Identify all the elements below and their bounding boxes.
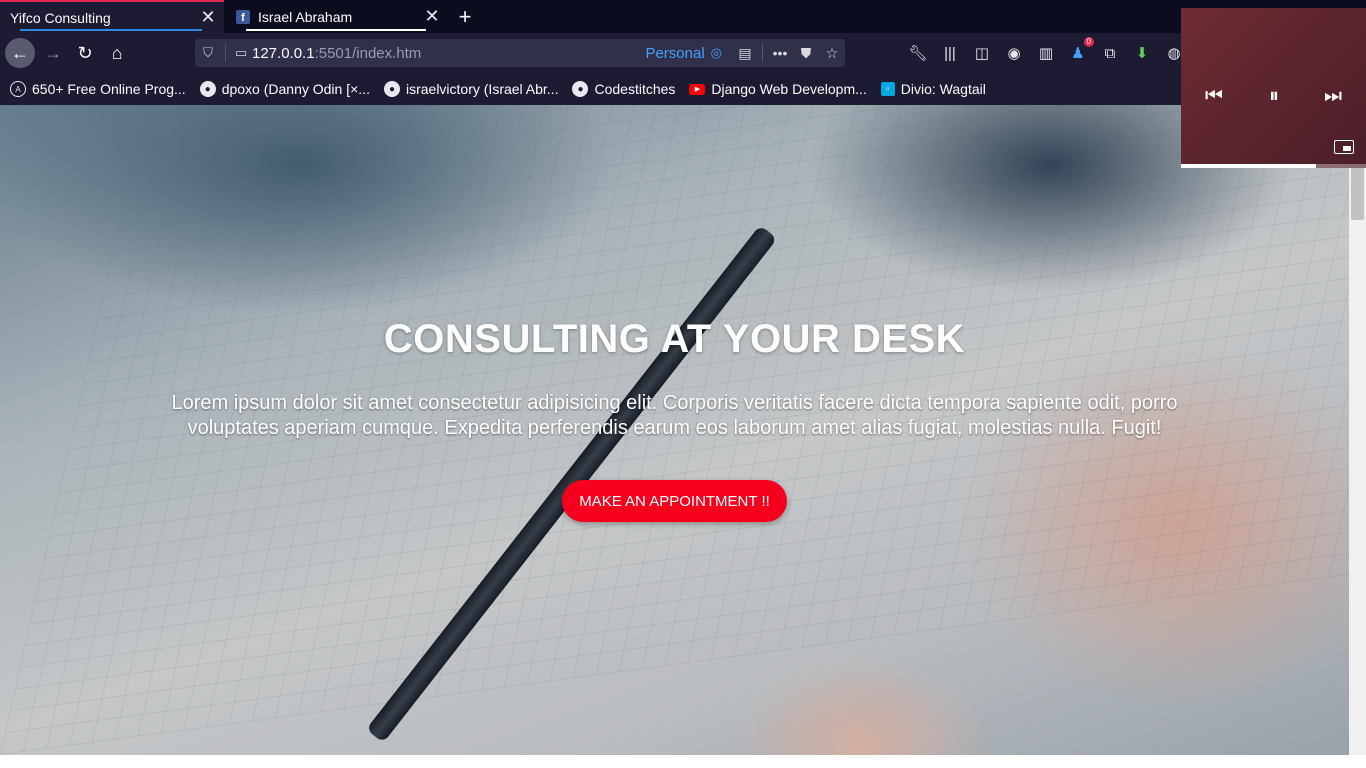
github-icon: ● — [199, 81, 216, 97]
url-text[interactable]: 127.0.0.1:5501/index.htm — [252, 45, 645, 62]
close-tab-icon[interactable]: ✕ — [196, 6, 220, 30]
github-icon: ● — [572, 81, 589, 97]
divio-icon: ▫ — [880, 82, 895, 96]
notification-icon[interactable]: ♟ 0 — [1068, 37, 1094, 63]
sidebar-icon[interactable]: ◫ — [972, 43, 992, 63]
toolbar-icons: 🔧︎ ||| ◫ ◉ ▥ ♟ 0 ⧉ ⬇ ◍ — [908, 37, 1184, 63]
bookmark-label: Codestitches — [594, 81, 676, 97]
bookmark-item[interactable]: ● Codestitches — [572, 81, 675, 97]
reader-view-icon[interactable]: ▤ — [732, 45, 758, 62]
bookmark-label: Django Web Developm... — [711, 81, 867, 97]
media-control-popup: ⏮︎ ⏸︎ ⏭︎ — [1181, 8, 1366, 168]
reload-button[interactable]: ↻ — [70, 38, 100, 68]
screenshot-icon[interactable]: ⧉ — [1100, 43, 1120, 63]
wrench-icon[interactable]: 🔧︎ — [908, 43, 928, 63]
hero-text: Lorem ipsum dolor sit amet consectetur a… — [171, 392, 1178, 439]
new-tab-button[interactable]: + — [452, 4, 478, 30]
divider — [762, 44, 763, 62]
address-bar[interactable]: ⛉ ▭ 127.0.0.1:5501/index.htm Personal ◎ … — [195, 39, 845, 67]
bookmark-label: Divio: Wagtail — [900, 81, 986, 97]
account-icon[interactable]: ◉ — [1004, 43, 1024, 63]
more-actions-icon[interactable]: ••• — [767, 45, 793, 61]
bookmark-item[interactable]: ▫ Divio: Wagtail — [880, 81, 986, 97]
tab-israel-abraham[interactable]: f Israel Abraham ✕ — [226, 0, 448, 33]
page-icon[interactable]: ▭ — [230, 45, 252, 61]
picture-in-picture-icon[interactable] — [1334, 140, 1354, 154]
bookmark-label: dpoxo (Danny Odin [×... — [221, 81, 370, 97]
pause-icon[interactable]: ⏸︎ — [1256, 78, 1292, 114]
tab-title: Yifco Consulting — [10, 9, 111, 26]
facebook-icon: f — [236, 9, 250, 24]
tab-yifco-consulting[interactable]: Yifco Consulting ✕ — [0, 0, 224, 33]
github-icon: ● — [383, 81, 400, 97]
shield-icon[interactable]: ⛉ — [195, 45, 221, 61]
bookmark-item[interactable]: ● dpoxo (Danny Odin [×... — [199, 81, 370, 97]
hero-title: CONSULTING AT YOUR DESK — [383, 317, 966, 361]
bookmark-item[interactable]: ● israelvictory (Israel Abr... — [383, 81, 559, 97]
bookmarks-bar: A 650+ Free Online Prog... ● dpoxo (Danny … — [0, 73, 1366, 105]
download-icon[interactable]: ⬇ — [1132, 43, 1152, 63]
previous-track-icon[interactable]: ⏮︎ — [1196, 78, 1232, 114]
youtube-icon: ▶ — [689, 83, 706, 95]
home-button[interactable]: ⌂ — [102, 38, 132, 68]
close-tab-icon[interactable]: ✕ — [420, 5, 444, 29]
bookmark-label: 650+ Free Online Prog... — [32, 81, 186, 97]
url-host: 127.0.0.1 — [252, 44, 315, 62]
page-bottom-edge — [0, 755, 1366, 768]
navigation-toolbar: ← → ↻ ⌂ ⛉ ▭ 127.0.0.1:5501/index.htm Per… — [0, 33, 1366, 73]
tab-strip: Yifco Consulting ✕ f Israel Abraham ✕ + — [0, 0, 1366, 33]
make-appointment-button[interactable]: MAKE AN APPOINTMENT !! — [562, 480, 787, 522]
container-label[interactable]: Personal — [645, 45, 704, 62]
media-progress-bar[interactable] — [1181, 164, 1366, 168]
angular-icon: A — [10, 81, 26, 97]
bookmark-star-icon[interactable]: ☆ — [819, 45, 845, 62]
notification-badge: 0 — [1083, 37, 1094, 47]
tab-underline — [20, 29, 202, 31]
next-track-icon[interactable]: ⏭︎ — [1315, 78, 1351, 114]
page-scrollbar[interactable] — [1349, 105, 1366, 755]
back-button[interactable]: ← — [5, 38, 35, 68]
tab-title: Israel Abraham — [258, 8, 353, 25]
bookmark-label: israelvictory (Israel Abr... — [405, 81, 559, 97]
pocket-icon[interactable]: ⛊ — [793, 45, 819, 62]
library-icon[interactable]: ||| — [940, 43, 960, 63]
tab-underline — [246, 29, 426, 31]
url-path: :5501/index.htm — [314, 44, 422, 62]
forward-button[interactable]: → — [38, 38, 68, 68]
divider — [225, 44, 226, 62]
media-progress-fill — [1181, 164, 1317, 168]
extension-icon[interactable]: ▥ — [1036, 43, 1056, 63]
bookmark-item[interactable]: A 650+ Free Online Prog... — [10, 81, 186, 97]
scrollbar-thumb[interactable] — [1351, 165, 1364, 220]
bookmark-item[interactable]: ▶ Django Web Developm... — [689, 81, 867, 97]
fingerprint-icon: ◎ — [710, 45, 722, 60]
page-hero: CONSULTING AT YOUR DESK Lorem ipsum dolo… — [0, 105, 1349, 755]
